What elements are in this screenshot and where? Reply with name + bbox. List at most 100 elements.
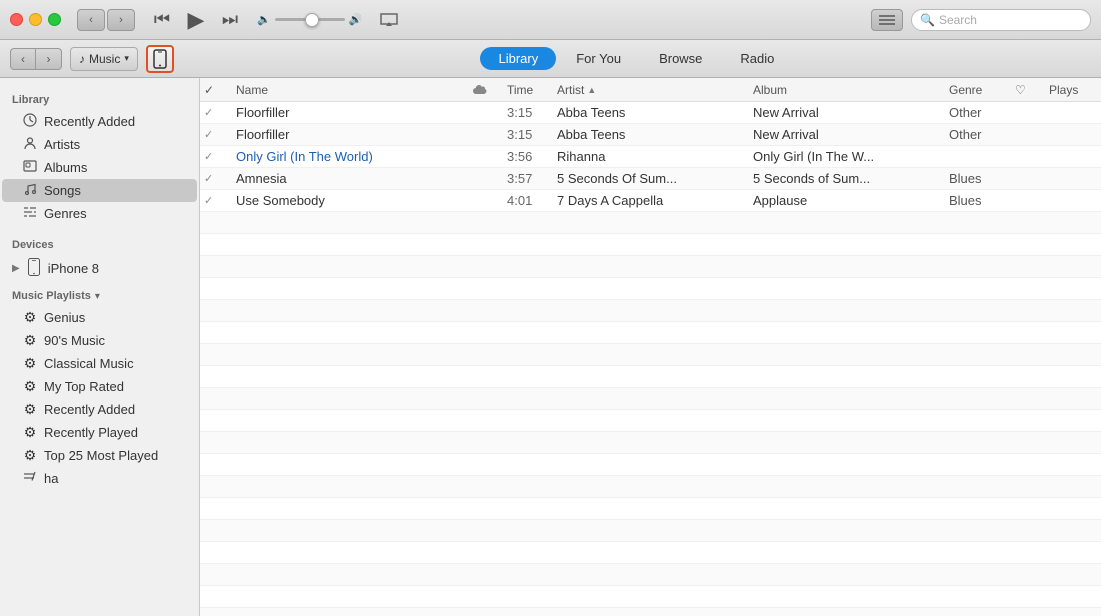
tab-radio[interactable]: Radio [722,47,792,70]
volume-track[interactable] [275,18,345,21]
td-check-3: ✓ [200,150,228,163]
td-check-2: ✓ [200,128,228,141]
sidebar-item-ha[interactable]: ha [2,467,197,489]
td-name-4[interactable]: Amnesia [228,171,469,186]
volume-thumb[interactable] [305,13,319,27]
maximize-button[interactable] [48,13,61,26]
minimize-button[interactable] [29,13,42,26]
list-view-button[interactable] [871,9,903,31]
sidebar-item-recently-played[interactable]: ⚙ Recently Played [2,421,197,444]
empty-row [200,586,1101,608]
music-dropdown[interactable]: ♪ Music ▾ [70,47,138,71]
albums-label: Albums [44,160,87,175]
empty-row [200,234,1101,256]
td-artist-4: 5 Seconds Of Sum... [549,171,745,186]
song-link-3[interactable]: Only Girl (In The World) [236,149,373,164]
expand-arrow-icon: ▶ [12,263,20,274]
empty-row [200,322,1101,344]
nav-back-btn[interactable]: ‹ [77,9,105,31]
empty-row [200,564,1101,586]
td-album-3: Only Girl (In The W... [745,149,941,164]
table-row[interactable]: ✓ Floorfiller 3:15 Abba Teens New Arriva… [200,102,1101,124]
empty-row [200,410,1101,432]
volume-slider[interactable]: 🔈 🔊 [257,13,362,26]
sidebar-item-genius[interactable]: ⚙ Genius [2,306,197,329]
library-section-label: Library [0,86,199,110]
th-name-label: Name [236,83,268,97]
td-genre-4: Blues [941,171,1011,186]
table-row[interactable]: ✓ Amnesia 3:57 5 Seconds Of Sum... 5 Sec… [200,168,1101,190]
td-name-5[interactable]: Use Somebody [228,193,469,208]
sidebar-item-artists[interactable]: Artists [2,133,197,156]
th-genre[interactable]: Genre [941,83,1011,97]
search-box[interactable]: 🔍 Search [911,9,1091,31]
ha-icon [22,470,38,486]
td-album-1: New Arrival [745,105,941,120]
tab-browse[interactable]: Browse [641,47,720,70]
table-row[interactable]: ✓ Use Somebody 4:01 7 Days A Cappella Ap… [200,190,1101,212]
table-row[interactable]: ✓ Floorfiller 3:15 Abba Teens New Arriva… [200,124,1101,146]
play-button[interactable]: ▶ [181,5,211,35]
th-album[interactable]: Album [745,83,941,97]
rewind-button[interactable]: ⏮ [147,5,177,35]
sidebar-item-songs[interactable]: Songs [2,179,197,202]
sort-arrow-icon: ▲ [587,85,596,95]
recently-played-label: Recently Played [44,425,138,440]
my-top-rated-icon: ⚙ [22,378,38,395]
td-name-1[interactable]: Floorfiller [228,105,469,120]
nav-forward-btn[interactable]: › [107,9,135,31]
empty-row [200,476,1101,498]
airplay-button[interactable] [374,5,404,35]
devices-section-label: Devices [0,231,199,255]
td-check-4: ✓ [200,172,228,185]
td-genre-1: Other [941,105,1011,120]
td-name-2[interactable]: Floorfiller [228,127,469,142]
sidebar-item-genres[interactable]: Genres [2,202,197,225]
recently-added-playlist-label: Recently Added [44,402,135,417]
songs-label: Songs [44,183,81,198]
dropdown-arrow-icon: ▾ [124,53,129,64]
playlists-section-header[interactable]: Music Playlists ▾ [0,282,199,306]
th-artist[interactable]: Artist ▲ [549,83,745,97]
sidebar-item-my-top-rated[interactable]: ⚙ My Top Rated [2,375,197,398]
traffic-lights [10,13,61,26]
forward-button[interactable]: ⏭ [215,5,245,35]
empty-row [200,520,1101,542]
albums-icon [22,159,38,176]
th-plays[interactable]: Plays [1041,83,1101,97]
sidebar-item-classical-music[interactable]: ⚙ Classical Music [2,352,197,375]
recently-added-playlist-icon: ⚙ [22,401,38,418]
songs-icon [22,182,38,199]
sidebar-item-iphone8[interactable]: ▶ iPhone 8 [0,255,199,282]
sidebar-item-recently-added[interactable]: Recently Added [2,110,197,133]
th-name[interactable]: Name [228,83,469,97]
td-time-2: 3:15 [499,127,549,142]
empty-row [200,256,1101,278]
device-button[interactable] [146,45,174,73]
recently-added-icon [22,113,38,130]
iphone-icon [26,258,42,279]
music-note-icon: ♪ [79,52,85,66]
tab-library[interactable]: Library [480,47,556,70]
table-row[interactable]: ✓ Only Girl (In The World) 3:56 Rihanna … [200,146,1101,168]
back-button[interactable]: ‹ [10,48,36,70]
td-artist-2: Abba Teens [549,127,745,142]
genres-label: Genres [44,206,87,221]
empty-row [200,366,1101,388]
forward-button-toolbar[interactable]: › [36,48,62,70]
classical-music-icon: ⚙ [22,355,38,372]
tab-for-you[interactable]: For You [558,47,639,70]
artists-icon [22,136,38,153]
90s-music-icon: ⚙ [22,332,38,349]
classical-music-label: Classical Music [44,356,134,371]
sidebar-item-90s-music[interactable]: ⚙ 90's Music [2,329,197,352]
sidebar-item-recently-added-playlist[interactable]: ⚙ Recently Added [2,398,197,421]
empty-row [200,498,1101,520]
sidebar-item-albums[interactable]: Albums [2,156,197,179]
th-time[interactable]: Time [499,83,549,97]
td-name-3[interactable]: Only Girl (In The World) [228,149,469,164]
close-button[interactable] [10,13,23,26]
empty-row [200,278,1101,300]
playlists-chevron-icon: ▾ [95,291,100,302]
sidebar-item-top-25[interactable]: ⚙ Top 25 Most Played [2,444,197,467]
